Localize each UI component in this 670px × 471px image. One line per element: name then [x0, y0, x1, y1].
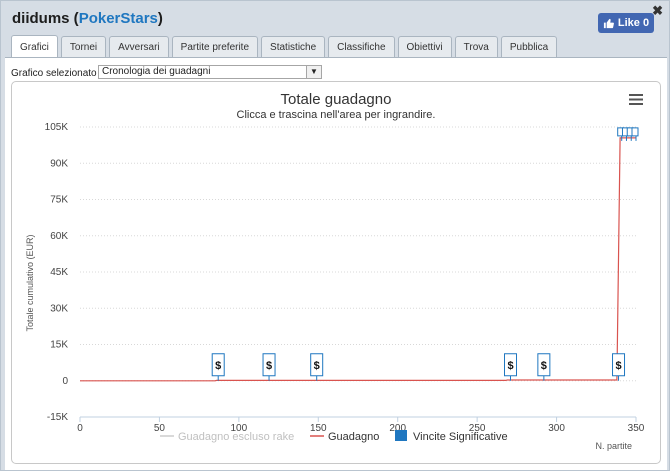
chart-selector[interactable]: Cronologia dei guadagni ▼	[98, 65, 322, 79]
y-tick-label: 105K	[45, 122, 69, 133]
x-tick-label: 0	[77, 423, 83, 434]
legend-label: Guadagno escluso rake	[178, 431, 294, 443]
flag-label: $	[215, 360, 221, 372]
x-tick-label: 150	[310, 423, 327, 434]
menu-icon[interactable]	[629, 94, 643, 105]
chart-container[interactable]: Totale guadagno Clicca e trascina nell'a…	[11, 81, 661, 464]
chevron-down-icon[interactable]: ▼	[306, 66, 321, 78]
flag-label: $	[266, 360, 272, 372]
y-axis-label: Totale cumulativo (EUR)	[25, 234, 35, 331]
y-tick-label: 75K	[50, 195, 68, 206]
chart-title: Totale guadagno	[281, 91, 392, 108]
significant-win-flag[interactable]: $	[504, 353, 518, 381]
legend-swatch	[395, 430, 407, 441]
window-title: diidums (PokerStars)	[12, 10, 163, 27]
main-panel: Grafico selezionato Cronologia dei guada…	[5, 57, 667, 470]
significant-win-flag[interactable]: $	[211, 353, 225, 381]
x-tick-label: 300	[548, 423, 565, 434]
legend-item-guadagno-escluso-rake[interactable]: Guadagno escluso rake	[160, 431, 294, 443]
chart-subtitle: Clicca e trascina nell'area per ingrandi…	[237, 109, 436, 121]
legend-label: Vincite Significative	[413, 431, 508, 443]
chart-selector-label: Grafico selezionato	[11, 68, 97, 79]
tab-partite-preferite[interactable]: Partite preferite	[171, 36, 259, 57]
x-axis-label: N. partite	[595, 441, 632, 451]
significant-win-flag[interactable]: $	[537, 353, 551, 381]
flag-label: $	[541, 360, 547, 372]
site-name[interactable]: PokerStars	[79, 10, 158, 27]
thumbs-up-icon	[603, 18, 614, 28]
flag-label: $	[314, 360, 320, 372]
y-tick-label: 30K	[50, 303, 68, 314]
paren-open: (	[69, 10, 79, 27]
series-guadagno-line[interactable]	[80, 137, 636, 382]
tab-classifiche[interactable]: Classifiche	[328, 36, 395, 57]
tab-obiettivi[interactable]: Obiettivi	[397, 36, 452, 57]
player-name: diidums	[12, 10, 70, 27]
legend-item-vincite-significative[interactable]: Vincite Significative	[395, 430, 508, 443]
significant-win-flag[interactable]: $	[310, 353, 324, 381]
tab-pubblica[interactable]: Pubblica	[500, 36, 558, 57]
y-tick-label: 15K	[50, 340, 68, 351]
y-tick-label: 45K	[50, 267, 68, 278]
x-tick-label: 350	[628, 423, 645, 434]
app-window: diidums (PokerStars) ✖ Like 0 Grafici Tor…	[0, 0, 670, 471]
y-tick-label: 60K	[50, 231, 68, 242]
legend-label: Guadagno	[328, 431, 379, 443]
significant-win-flag[interactable]: $	[612, 353, 626, 381]
tab-tornei[interactable]: Tornei	[60, 36, 107, 57]
tab-avversari[interactable]: Avversari	[109, 36, 169, 57]
x-tick-label: 50	[154, 423, 166, 434]
paren-close: )	[157, 10, 163, 27]
tab-grafici[interactable]: Grafici	[11, 35, 58, 58]
earnings-chart[interactable]: Totale guadagno Clicca e trascina nell'a…	[12, 82, 660, 463]
significant-win-flag[interactable]: $	[262, 353, 276, 381]
top-flag-box[interactable]	[631, 127, 639, 137]
flag-label: $	[615, 360, 621, 372]
flag-label: $	[507, 360, 513, 372]
y-tick-label: -15K	[47, 412, 68, 423]
y-tick-label: 90K	[50, 158, 68, 169]
chart-selector-value: Cronologia dei guadagni	[102, 66, 211, 77]
tab-trova[interactable]: Trova	[454, 36, 498, 57]
tab-statistiche[interactable]: Statistiche	[261, 36, 326, 57]
y-tick-label: 0	[62, 376, 68, 387]
like-button[interactable]: Like 0	[598, 13, 654, 33]
tab-bar: Grafici Tornei Avversari Partite preferite S…	[11, 35, 560, 58]
like-label: Like 0	[617, 17, 650, 29]
